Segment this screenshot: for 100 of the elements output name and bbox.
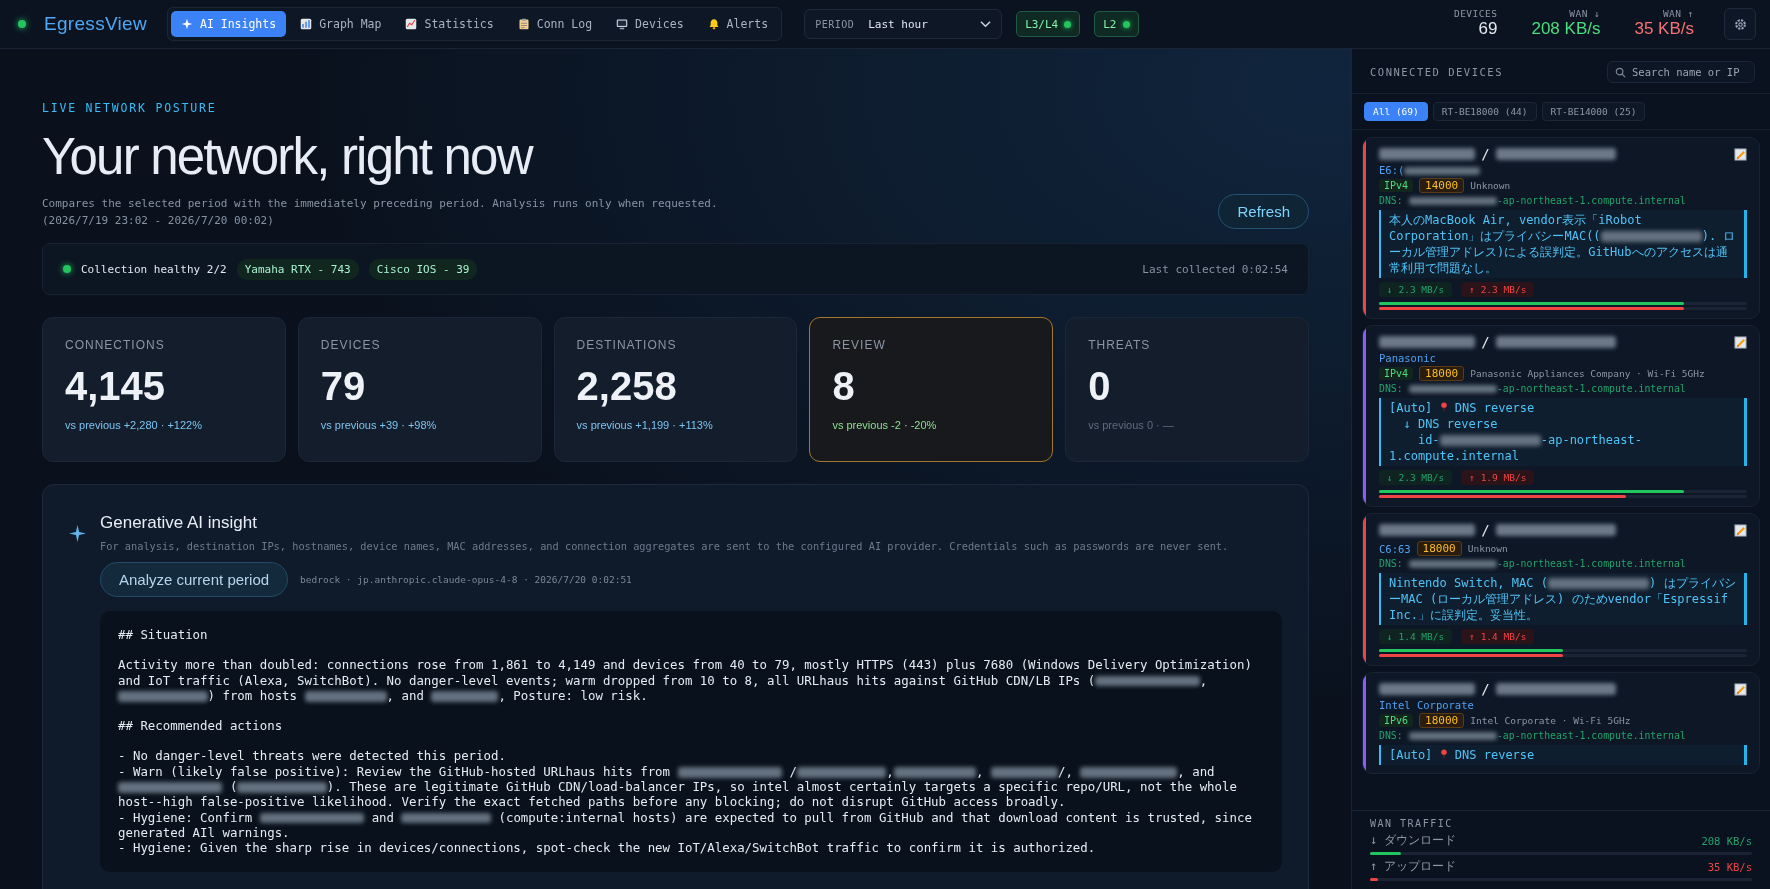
nav-tab[interactable]: Conn Log [507,11,603,37]
output-paragraph: ## Situation [118,627,209,643]
analyze-button[interactable]: Analyze current period [100,562,289,597]
memo-icon[interactable] [1734,335,1747,349]
stat-label: REVIEW [832,338,887,352]
port-tag: 14000 [1419,178,1465,193]
stat-value: 4,145 [65,364,167,409]
nav-tab[interactable]: Devices [606,11,694,37]
period-select[interactable]: PERIOD Last hour [804,9,1003,39]
note-text: Nintendo Switch, MAC ( ) はプライバシーMAC (ローカル管理アドレス) のためvendor「Espressif Inc.」に誤判定。妥当性。 [1389,575,1737,623]
bell-icon [707,18,720,30]
filter-tab[interactable]: RT-BE14000 (25) [1541,102,1646,121]
page-subtitle: (2026/7/19 23:02 - 2026/7/20 00:02) [42,212,275,229]
page-title: Your network, right now [42,127,534,186]
stat-label: WAN ↑ [1662,9,1694,20]
stat-label: WAN ↓ [1569,9,1601,20]
output-paragraph: - Warn (likely false positive): Review the GitHub-hosted URLhaus hits from / , , /, , and ( ). These are legitimate GitHub CDN/load-balancer IPs, so intel almost certainly targets a specific repo/URL, not the whole host--high false-positive likelihood. Verify the exact fetched paths before any blocking; do not disrupt GitHub access broadly. [118,763,1238,810]
rate-badge: ↑ 2.3 MB/s [1461,282,1535,297]
nav-tab[interactable]: AI Insights [171,11,287,37]
privacy-note: For analysis, destination IPs, hostnames, device names, MAC addresses, and connection aggregates are sent to the configured AI provider. Credentials such as passwords are never sent. [100,540,1230,552]
memo-icon[interactable] [1734,523,1747,537]
stat-delta: vs previous -2 · -20% [832,419,938,431]
ip-version-tag: IPv6 [1379,714,1414,727]
vendor-name: E6:( [1379,164,1747,176]
dns-name: DNS: -ap-northeast-1.compute.internal [1379,730,1687,741]
device-card[interactable]: / E6:( IPv4 14000 Unknown DNS: -ap-northeast-1.compute.internal 本人のMacBook Air, vendor表示「iRobot Corporation」はプライバシーMAC(( ). ローカル管理アドレス)による誤判定。GitHubへのアクセスは通常利用で問題なし。 ↓ 2.3 MB/s ↑ 2.3 MB/s [1362,137,1760,319]
stat-value: 208 KB/s [1531,19,1601,39]
stat-label: CONNECTIONS [65,338,166,352]
line-chart-icon [405,18,418,30]
nav-tab[interactable]: Graph Map [290,11,392,37]
output-paragraph: - Hygiene: Confirm and (compute:internal hosts) are expected to pull from GitHub and that download content is trusted, since generated AIl warnings. [118,809,1253,841]
rate-badge: ↓ 2.3 MB/s [1379,470,1453,485]
vendor-name: Intel Corporate [1379,699,1475,711]
note-text: [Auto] DNS reverse [1389,747,1536,763]
section-eyebrow: LIVE NETWORK POSTURE [42,101,218,115]
filter-tab[interactable]: RT-BE18000 (44) [1432,102,1537,121]
stat-delta: vs previous +2,280 · +122% [65,419,203,431]
settings-icon [1732,16,1748,32]
stat-label: DEVICES [320,338,382,352]
separator: / [1481,522,1490,538]
stat-label: DEVICES [1453,9,1498,20]
monitor-icon [616,18,629,30]
page-subtitle: Compares the selected period with the immediately preceding period. Analysis runs only when requested. [42,195,719,212]
source-chip: Cisco IOS - 39 [368,258,478,280]
clipboard-icon [517,18,530,30]
dns-name: DNS: -ap-northeast-1.compute.internal [1379,195,1687,206]
vendor-name: Panasonic [1379,352,1437,364]
filter-tab[interactable]: All (69) [1364,102,1428,121]
port-tag: 18000 [1419,713,1465,728]
device-info: Intel Corporate · Wi-Fi 5GHz [1470,715,1631,726]
memo-icon[interactable] [1734,147,1747,161]
section-title: Generative AI insight [100,513,258,533]
bar-chart-icon [300,18,313,30]
nav-tab[interactable]: Alerts [697,11,779,37]
model-meta: bedrock · jp.anthropic.claude-opus-4-8 · 2026/7/20 0:02:51 [300,574,632,585]
device-info: Unknown [1467,543,1508,554]
collection-status: Collection healthy 2/2 [81,262,227,276]
memo-icon[interactable] [1734,682,1747,696]
vendor-name: C6:63 [1379,543,1411,555]
output-paragraph: Activity more than doubled: connections rose from 1,861 to 4,149 and devices from 40 to 79, mostly HTTPS (443) plus 7680 (Windows Delivery Optimization) and IoT traffic (Alexa, SwitchBot). No danger-level events; warm dropped from 10 to 8, all URLhaus hits against GitHub CDN/LB IPs ( , ) from hosts , and , Posture: low risk. [118,657,1253,704]
dns-name: DNS: -ap-northeast-1.compute.internal [1379,383,1687,394]
sparkle-icon [69,525,86,542]
separator: / [1481,334,1490,350]
port-tag: 18000 [1419,366,1465,381]
stat-delta: vs previous 0 · — [1088,419,1175,431]
rate-badge: ↓ 2.3 MB/s [1379,282,1453,297]
search-field[interactable]: Search name or IP [1607,61,1755,83]
rate-badge: ↑ 1.9 MB/s [1461,470,1535,485]
sparkle-icon [181,18,193,30]
rate-badge: ↑ 1.4 MB/s [1461,629,1535,644]
note-text: ↓ DNS reverse [1402,416,1499,432]
output-paragraph: - Hygiene: Given the sharp rise in devices/connections, spot-check the new IoT/Alexa/SwitchBot traffic to confirm it is authorized. [118,840,1097,856]
app-logo[interactable]: EgressView [44,13,147,35]
traffic-label: ↓ ダウンロード [1370,832,1457,849]
device-info: Unknown [1470,180,1511,191]
stat-label: THREATS [1088,338,1152,352]
port-tag: 18000 [1416,541,1462,556]
separator: / [1481,146,1490,162]
device-info: Panasonic Appliances Company · Wi-Fi 5GHz [1470,368,1705,379]
layer-toggle[interactable]: L3/L4 [1016,11,1081,37]
nav-tab[interactable]: Statistics [395,11,504,37]
panel-title: CONNECTED DEVICES [1370,66,1503,78]
note-text: id- -ap-northeast-1.compute.internal [1389,432,1643,464]
layer-toggle[interactable]: L2 [1094,11,1139,37]
stat-delta: vs previous +39 · +98% [320,419,438,431]
chevron-down-icon [980,20,992,28]
rate-badge: ↓ 1.4 MB/s [1379,629,1453,644]
device-card[interactable]: / Intel Corporate IPv6 18000 Intel Corporate · Wi-Fi 5GHz DNS: -ap-northeast-1.compute.internal [Auto] DNS reverse [1362,672,1760,774]
panel-title: WAN TRAFFIC [1370,818,1454,829]
output-paragraph: ## Recommended actions [118,718,284,734]
device-card[interactable]: / C6:63 18000 Unknown DNS: -ap-northeast-1.compute.internal Nintendo Switch, MAC ( ) はプライバシーMAC (ローカル管理アドレス) のためvendor「Espressif Inc.」に誤判定。妥当性。 ↓ 1.4 MB/s ↑ 1.4 MB/s [1362,513,1760,666]
stat-value: 8 [832,364,856,409]
refresh-button[interactable]: Refresh [1218,194,1309,229]
ip-version-tag: IPv4 [1379,179,1414,192]
stat-delta: vs previous +1,199 · +113% [576,419,714,431]
device-card[interactable]: / Panasonic IPv4 18000 Panasonic Appliances Company · Wi-Fi 5GHz DNS: -ap-northeast-1.compute.internal [Auto] DNS reverse ↓ DNS reverse id- -ap-northeast-1.compute.internal ↓ 2.3 MB/s ↑ 1.9 MB/s [1362,325,1760,507]
settings-button[interactable] [1724,8,1756,40]
output-paragraph: - No danger-level threats were detected this period. [118,748,507,764]
stat-value: 2,258 [576,364,678,409]
ip-version-tag: IPv4 [1379,367,1414,380]
